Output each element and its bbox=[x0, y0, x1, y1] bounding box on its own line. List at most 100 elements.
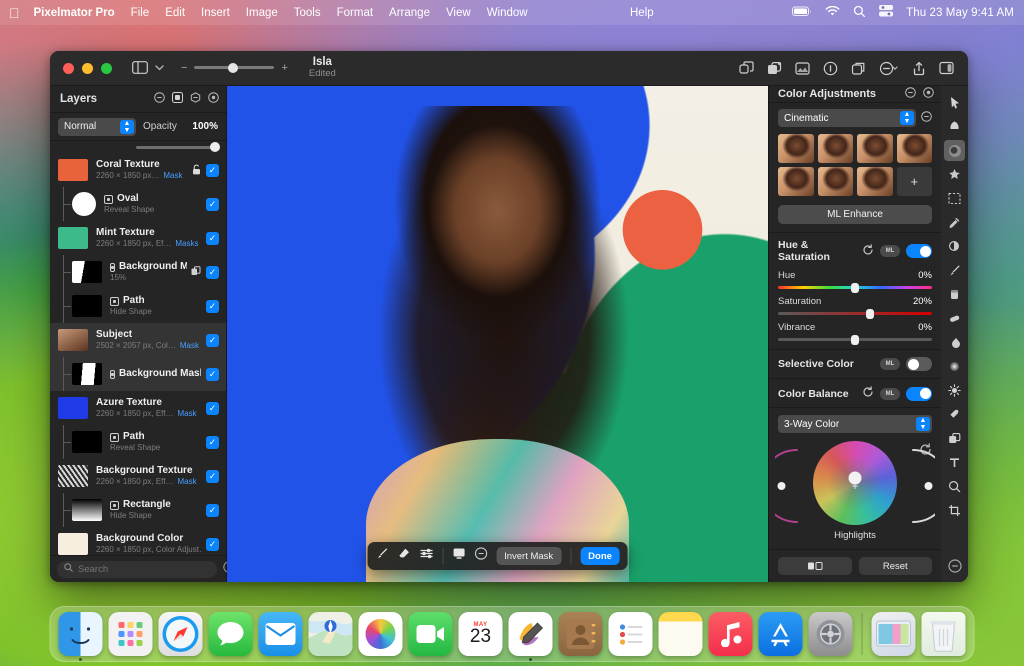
reset-icon[interactable] bbox=[862, 386, 874, 401]
ml-badge[interactable]: ML bbox=[880, 358, 900, 370]
brush-tool-icon[interactable] bbox=[944, 260, 965, 281]
info-icon[interactable] bbox=[823, 61, 838, 76]
layer-mask-link[interactable]: Masks bbox=[175, 239, 198, 249]
preset-thumbnail[interactable] bbox=[818, 134, 854, 163]
canvas-area[interactable]: Invert Mask Done bbox=[227, 86, 768, 582]
magic-wand-tool-icon[interactable] bbox=[944, 164, 965, 185]
temperature-arc-slider[interactable] bbox=[775, 444, 803, 528]
notes-icon[interactable] bbox=[659, 612, 703, 656]
marquee-tool-icon[interactable] bbox=[944, 188, 965, 209]
menu-file[interactable]: File bbox=[131, 7, 150, 19]
table-row[interactable]: Oval Reveal Shape ✓ bbox=[50, 187, 226, 221]
safari-icon[interactable] bbox=[159, 612, 203, 656]
paint-bucket-icon[interactable] bbox=[944, 284, 965, 305]
table-row[interactable]: Background Texture 2260 × 1850 px, Eff… … bbox=[50, 459, 226, 493]
preset-thumbnail[interactable] bbox=[818, 167, 854, 196]
calendar-icon[interactable]: MAY 23 bbox=[459, 612, 503, 656]
reset-button[interactable]: Reset bbox=[859, 557, 933, 575]
balance-mode-select[interactable]: 3-Way Color ▲▼ bbox=[778, 415, 932, 433]
mask-preview-icon[interactable] bbox=[452, 547, 465, 565]
hue-slider-track[interactable] bbox=[778, 286, 932, 289]
trash-icon[interactable] bbox=[922, 612, 966, 656]
brush-settings-icon[interactable] bbox=[419, 547, 433, 565]
ml-enhance-button[interactable]: ML Enhance bbox=[778, 205, 932, 224]
arrow-tool-icon[interactable] bbox=[944, 92, 965, 113]
menu-format[interactable]: Format bbox=[337, 7, 373, 19]
crop-tool-icon[interactable] bbox=[944, 500, 965, 521]
dock-item-facetime[interactable] bbox=[409, 612, 453, 656]
layer-visibility-checkbox[interactable]: ✓ bbox=[206, 470, 219, 483]
inspector-icon[interactable] bbox=[939, 61, 954, 75]
mask-icon[interactable] bbox=[795, 61, 810, 76]
dock-item-launchpad[interactable] bbox=[109, 612, 153, 656]
dock-item-notes[interactable] bbox=[659, 612, 703, 656]
dock-item-system-settings[interactable] bbox=[809, 612, 853, 656]
selective-color-toggle[interactable] bbox=[906, 357, 932, 371]
zoom-tool-icon[interactable] bbox=[944, 476, 965, 497]
zoom-slider-track[interactable] bbox=[194, 66, 274, 69]
layer-visibility-checkbox[interactable]: ✓ bbox=[206, 538, 219, 551]
arrange-icon[interactable] bbox=[739, 61, 754, 76]
color-balance-toggle[interactable] bbox=[906, 387, 932, 401]
contacts-icon[interactable] bbox=[559, 612, 603, 656]
facetime-icon[interactable] bbox=[409, 612, 453, 656]
share-icon[interactable] bbox=[912, 61, 926, 76]
zoom-slider[interactable]: − + bbox=[181, 62, 288, 74]
paint-tool-icon[interactable] bbox=[944, 212, 965, 233]
sidebar-toggle-icon[interactable] bbox=[132, 61, 148, 74]
dock-item-trash[interactable] bbox=[922, 612, 966, 656]
layer-mask-link[interactable]: Mask bbox=[163, 171, 182, 181]
mask-editing-toolbar[interactable]: Invert Mask Done bbox=[367, 542, 628, 570]
text-tool-icon[interactable] bbox=[944, 452, 965, 473]
dock-item-photos[interactable] bbox=[359, 612, 403, 656]
table-row[interactable]: Path Reveal Shape ✓ bbox=[50, 425, 226, 459]
layer-mask-link[interactable]: Mask bbox=[180, 341, 199, 351]
ml-badge[interactable]: ML bbox=[880, 245, 900, 257]
vibrance-slider-track[interactable] bbox=[778, 338, 932, 341]
layer-options-icon[interactable] bbox=[208, 92, 219, 106]
reset-icon[interactable] bbox=[862, 244, 874, 259]
linked-mask-icon[interactable] bbox=[191, 266, 201, 278]
table-row[interactable]: Rectangle Hide Shape ✓ bbox=[50, 493, 226, 527]
layer-style-icon[interactable] bbox=[767, 61, 782, 76]
control-center-icon[interactable] bbox=[879, 5, 893, 20]
dock-item-mail[interactable] bbox=[259, 612, 303, 656]
close-button[interactable] bbox=[63, 63, 74, 74]
messages-icon[interactable] bbox=[209, 612, 253, 656]
layer-visibility-checkbox[interactable]: ✓ bbox=[206, 300, 219, 313]
dock-item-messages[interactable] bbox=[209, 612, 253, 656]
add-layer-icon[interactable] bbox=[154, 92, 165, 106]
music-icon[interactable] bbox=[709, 612, 753, 656]
layer-visibility-checkbox[interactable]: ✓ bbox=[206, 402, 219, 415]
apple-logo-icon[interactable]:  bbox=[9, 6, 20, 20]
shapes-icon[interactable] bbox=[851, 61, 866, 76]
mail-icon[interactable] bbox=[259, 612, 303, 656]
search-field[interactable] bbox=[57, 561, 217, 578]
done-button[interactable]: Done bbox=[580, 547, 620, 565]
repair-tool-icon[interactable] bbox=[944, 236, 965, 257]
system-settings-icon[interactable] bbox=[809, 612, 853, 656]
preset-thumbnail[interactable] bbox=[778, 167, 814, 196]
brightness-arc-slider[interactable] bbox=[907, 444, 935, 528]
add-mask-icon[interactable] bbox=[172, 92, 183, 106]
layer-visibility-checkbox[interactable]: ✓ bbox=[206, 334, 219, 347]
invert-mask-button[interactable]: Invert Mask bbox=[496, 547, 561, 565]
blur-tool-icon[interactable] bbox=[944, 356, 965, 377]
preset-thumbnail[interactable] bbox=[897, 134, 933, 163]
dock-item-appstore[interactable] bbox=[759, 612, 803, 656]
table-row[interactable]: Azure Texture 2260 × 1850 px, Eff… Mask … bbox=[50, 391, 226, 425]
layer-visibility-checkbox[interactable]: ✓ bbox=[206, 164, 219, 177]
ml-badge[interactable]: ML bbox=[880, 388, 900, 400]
blend-mode-select[interactable]: Normal ▲▼ bbox=[58, 118, 136, 136]
add-adjustment-icon[interactable] bbox=[923, 87, 934, 101]
menu-arrange[interactable]: Arrange bbox=[389, 7, 430, 19]
artwork-image[interactable] bbox=[227, 86, 768, 582]
search-icon[interactable] bbox=[853, 5, 866, 21]
dock-item-downloads[interactable] bbox=[872, 612, 916, 656]
table-row[interactable]: Path Hide Shape ✓ bbox=[50, 289, 226, 323]
effects-icon[interactable] bbox=[879, 61, 899, 76]
menu-window[interactable]: Window bbox=[487, 7, 528, 19]
downloads-stack-icon[interactable] bbox=[872, 612, 916, 656]
battery-icon[interactable] bbox=[792, 6, 812, 20]
layer-mask-link[interactable]: Mask bbox=[177, 477, 196, 487]
